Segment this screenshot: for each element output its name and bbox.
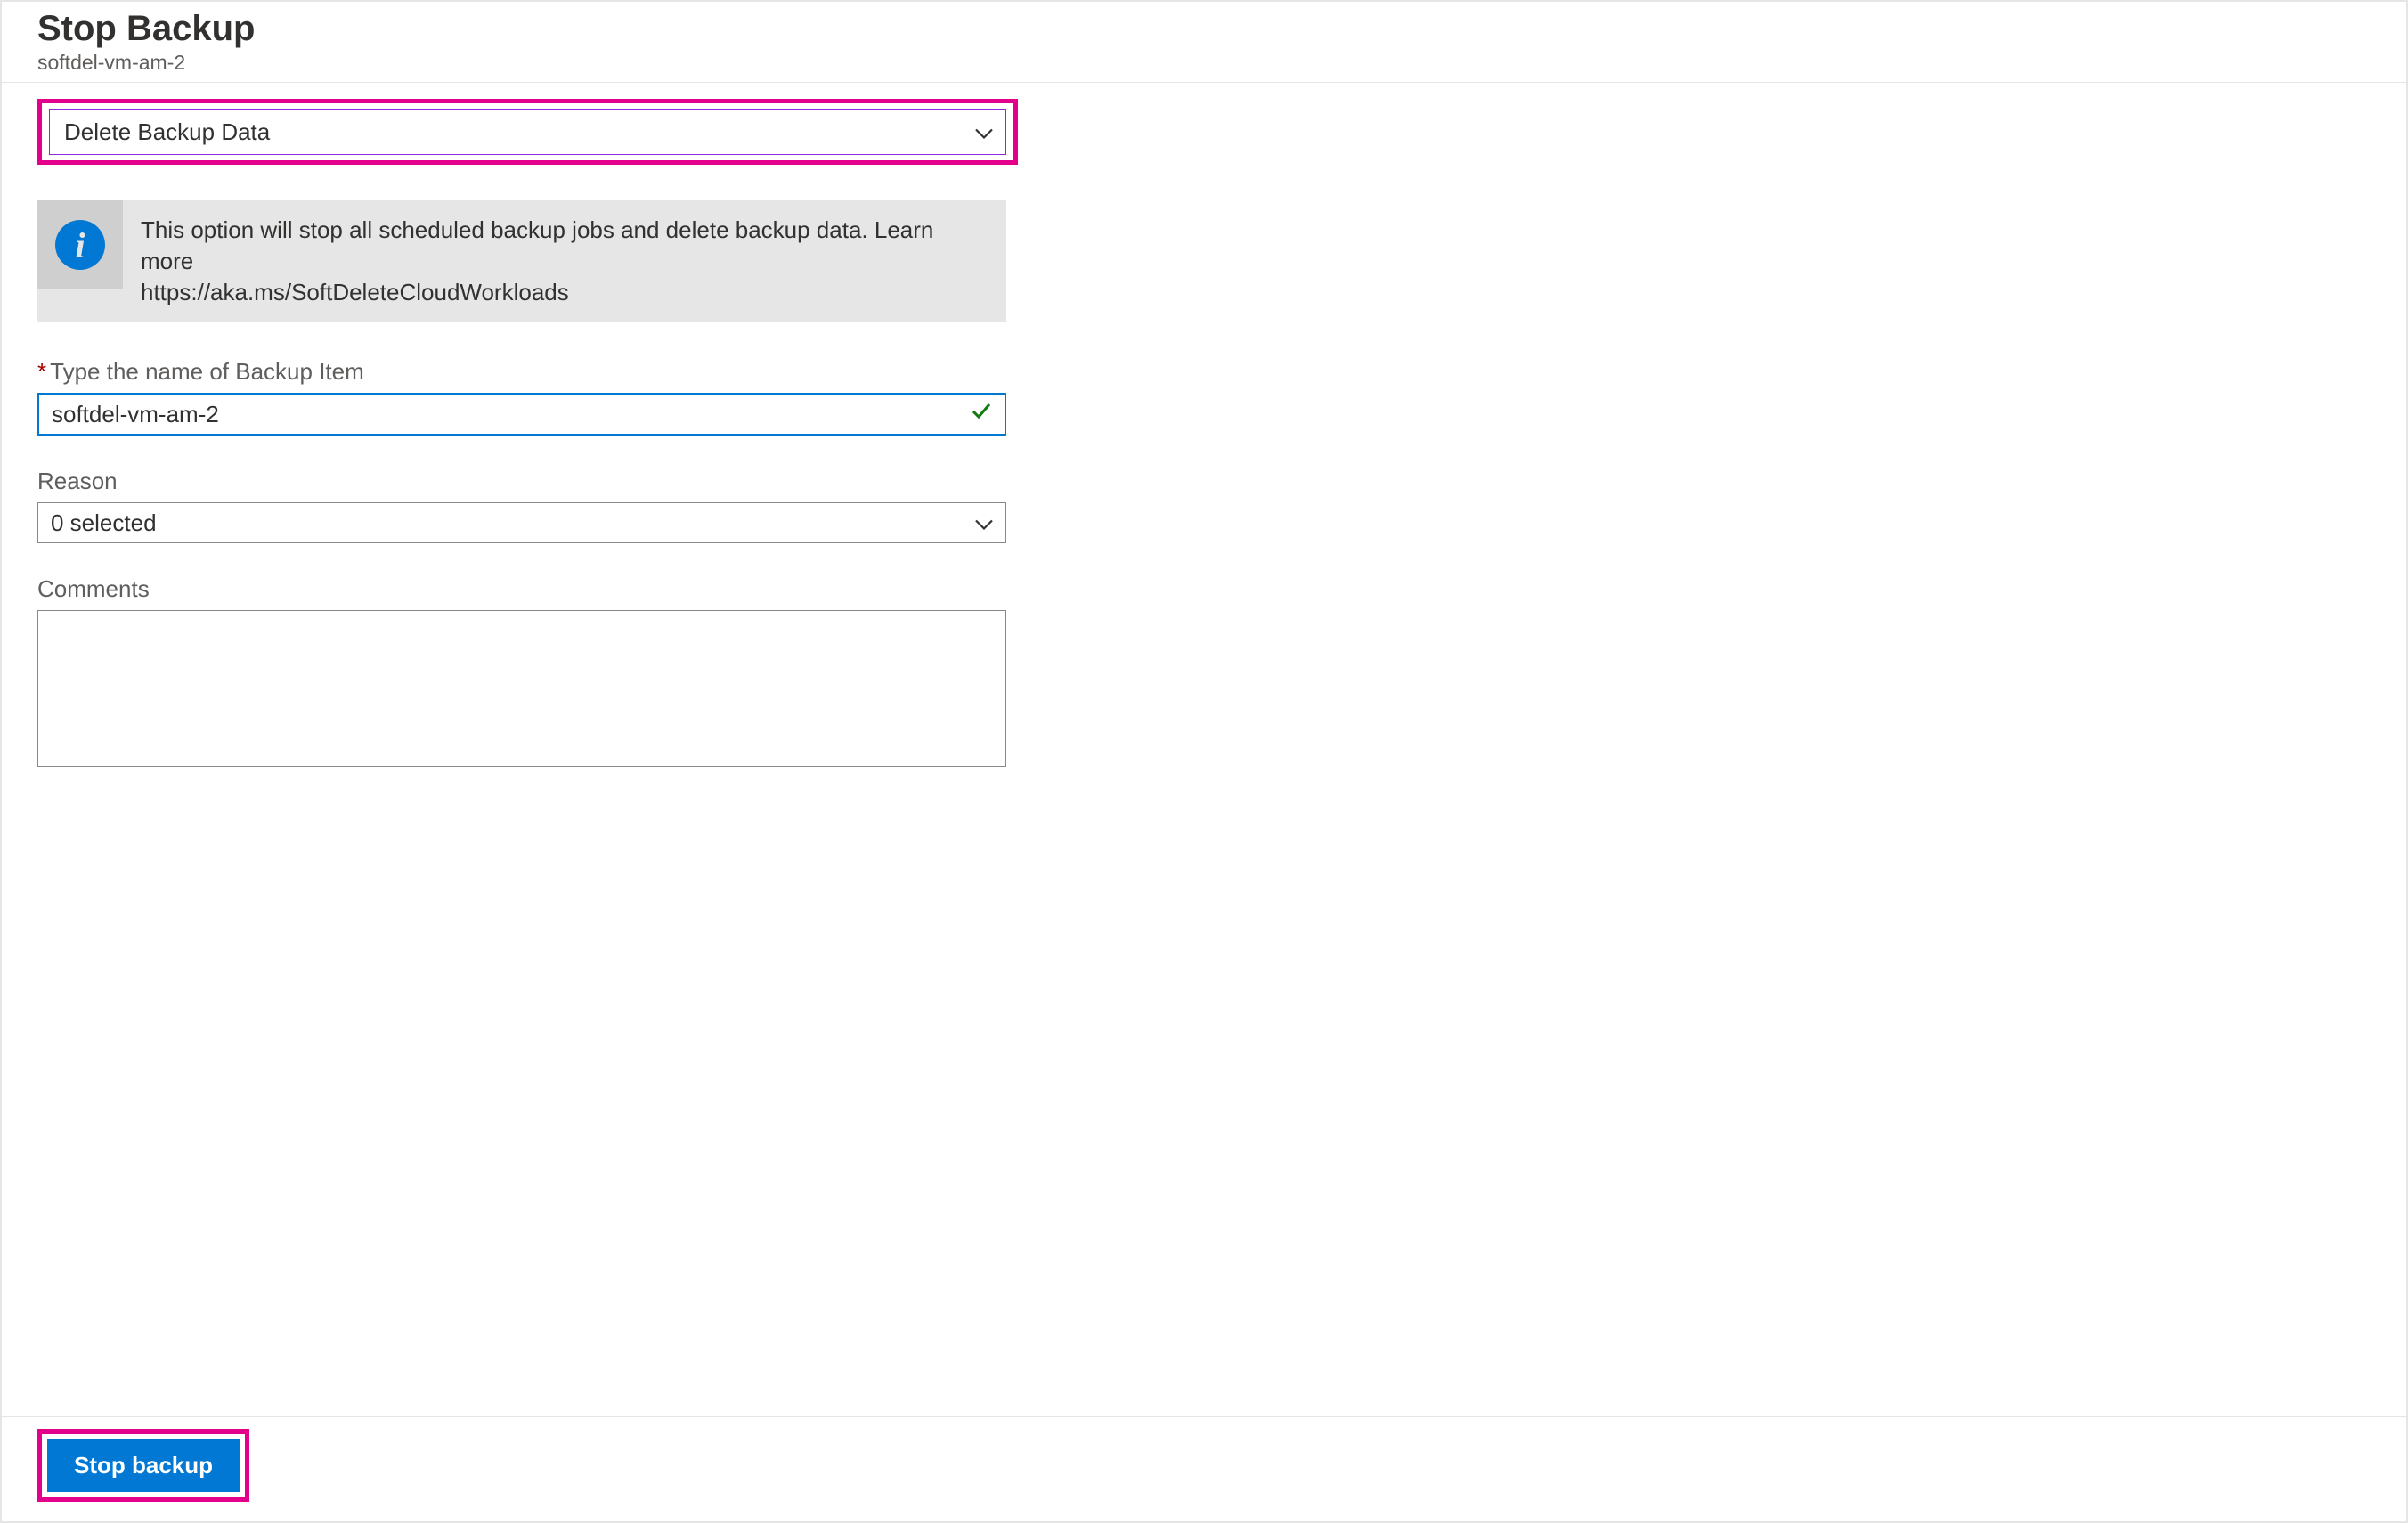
content-area: Delete Backup Data i This option will st…	[2, 83, 2406, 1416]
reason-field: Reason 0 selected	[37, 468, 2371, 543]
comments-field: Comments	[37, 575, 2371, 771]
backup-item-input[interactable]: softdel-vm-am-2	[37, 393, 1006, 436]
info-link[interactable]: https://aka.ms/SoftDeleteCloudWorkloads	[141, 279, 569, 305]
info-message: This option will stop all scheduled back…	[141, 216, 933, 274]
reason-label: Reason	[37, 468, 2371, 495]
footer-bar: Stop backup	[2, 1416, 2406, 1521]
backup-item-label: *Type the name of Backup Item	[37, 358, 2371, 386]
page-subtitle: softdel-vm-am-2	[37, 51, 2371, 75]
check-icon	[971, 399, 992, 429]
info-banner: i This option will stop all scheduled ba…	[37, 200, 1006, 322]
page-title: Stop Backup	[37, 9, 2371, 49]
reason-select[interactable]: 0 selected	[37, 502, 1006, 543]
reason-select-value: 0 selected	[51, 509, 157, 537]
info-icon: i	[55, 220, 105, 270]
backup-item-field: *Type the name of Backup Item softdel-vm…	[37, 358, 2371, 436]
comments-label: Comments	[37, 575, 2371, 603]
highlight-annotation-stop-button: Stop backup	[37, 1429, 249, 1502]
action-select[interactable]: Delete Backup Data	[49, 109, 1006, 155]
backup-item-input-value: softdel-vm-am-2	[52, 401, 971, 428]
info-icon-wrap: i	[37, 200, 123, 289]
required-asterisk: *	[37, 358, 46, 385]
comments-textarea[interactable]	[37, 610, 1006, 767]
chevron-down-icon	[975, 118, 993, 146]
stop-backup-button[interactable]: Stop backup	[47, 1439, 240, 1492]
backup-item-label-text: Type the name of Backup Item	[50, 358, 364, 385]
chevron-down-icon	[975, 509, 993, 537]
info-text: This option will stop all scheduled back…	[123, 200, 1006, 322]
action-select-value: Delete Backup Data	[64, 118, 270, 146]
highlight-annotation-action-select: Delete Backup Data	[37, 99, 1018, 165]
page-header: Stop Backup softdel-vm-am-2	[2, 2, 2406, 83]
